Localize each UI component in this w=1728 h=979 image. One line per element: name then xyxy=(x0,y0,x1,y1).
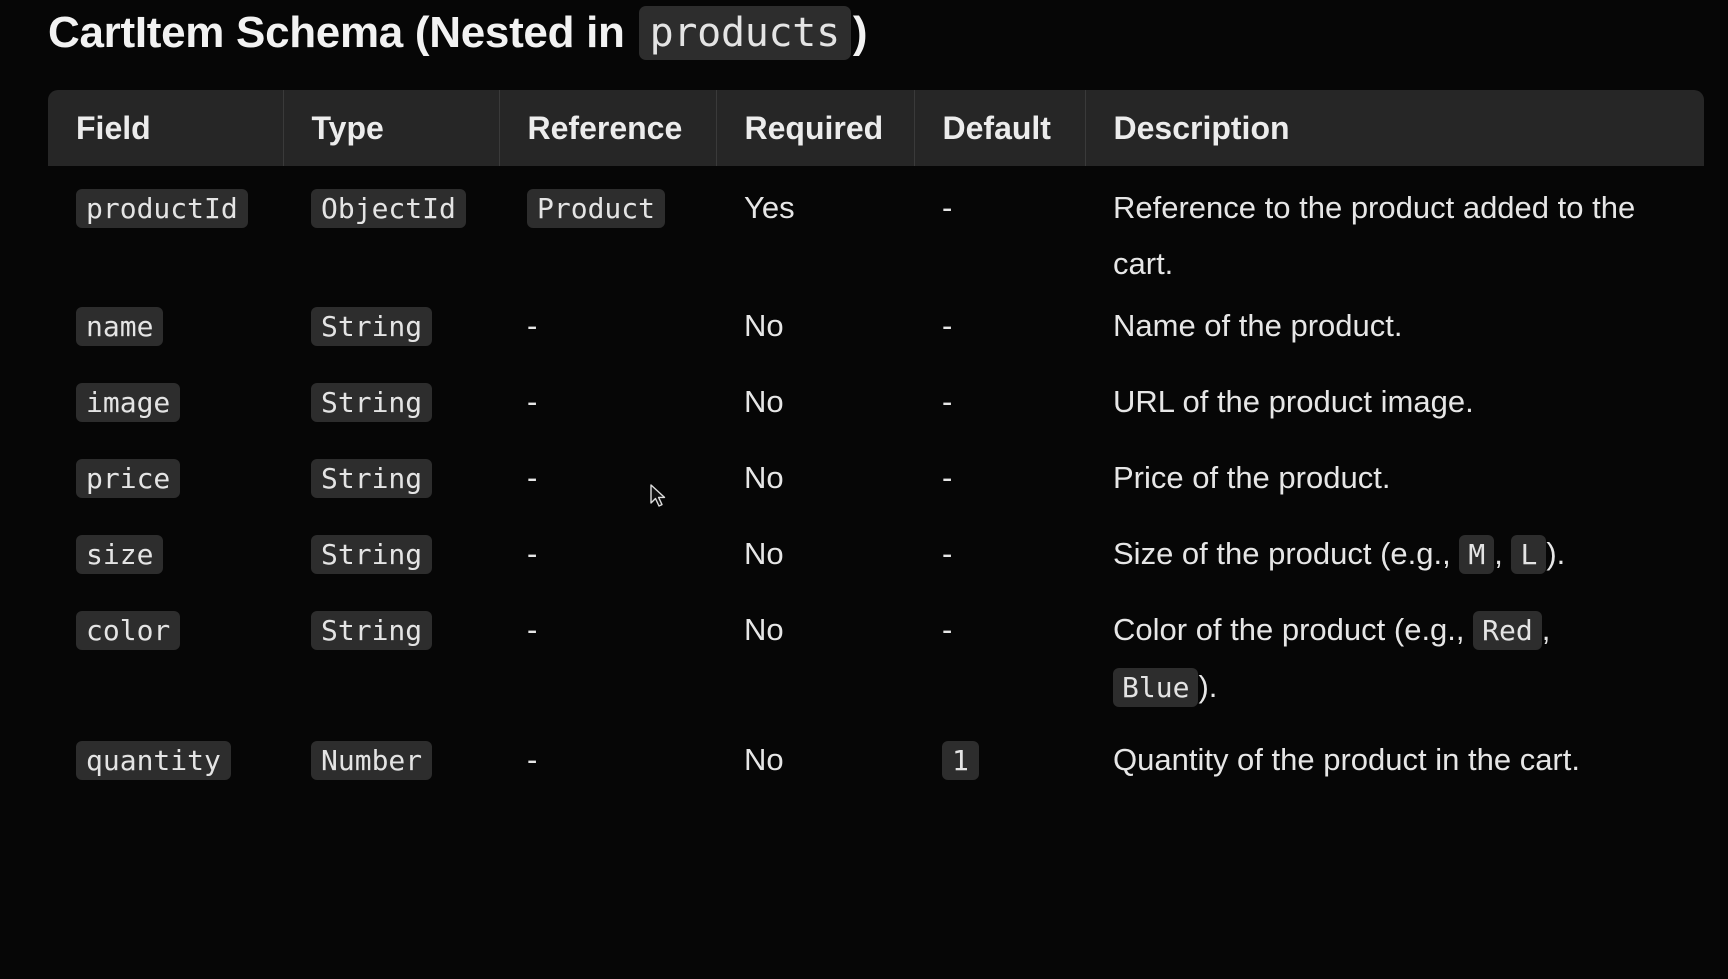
description-cell: URL of the product image. xyxy=(1113,384,1474,419)
reference-cell: - xyxy=(527,536,538,571)
example-code: Red xyxy=(1473,611,1542,650)
field-code: size xyxy=(76,535,164,574)
reference-cell: - xyxy=(527,460,538,495)
example-code: Blue xyxy=(1113,668,1199,707)
description-text: ). xyxy=(1198,669,1218,704)
header-description: Description xyxy=(1085,90,1704,166)
field-code: productId xyxy=(76,189,248,228)
table-header-row: Field Type Reference Required Default De… xyxy=(48,90,1704,166)
type-code: String xyxy=(311,383,433,422)
mouse-pointer-icon xyxy=(650,484,666,507)
required-cell: No xyxy=(744,384,784,419)
field-code: quantity xyxy=(76,741,231,780)
description-cell: Name of the product. xyxy=(1113,308,1403,343)
reference-cell: - xyxy=(527,742,538,777)
description-cell: Size of the product (e.g., M, L). xyxy=(1085,526,1704,602)
type-code: String xyxy=(311,459,433,498)
default-code: 1 xyxy=(942,741,979,780)
description-text: Color of the product (e.g., xyxy=(1113,612,1474,647)
type-code: String xyxy=(311,611,433,650)
table-row: name String - No - Name of the product. xyxy=(48,298,1704,374)
description-cell: Color of the product (e.g., Red, Blue). xyxy=(1085,602,1704,732)
header-required: Required xyxy=(716,90,915,166)
required-cell: No xyxy=(744,308,784,343)
header-type: Type xyxy=(283,90,500,166)
table-row: color String - No - Color of the product… xyxy=(48,602,1704,732)
required-cell: No xyxy=(744,742,784,777)
reference-cell: - xyxy=(527,384,538,419)
table-row: productId ObjectId Product Yes - Referen… xyxy=(48,166,1704,298)
example-code: M xyxy=(1459,535,1495,574)
table-row: quantity Number - No 1 Quantity of the p… xyxy=(48,732,1704,804)
type-code: ObjectId xyxy=(311,189,466,228)
description-cell: Reference to the product added to the ca… xyxy=(1113,190,1636,281)
header-field: Field xyxy=(48,90,284,166)
description-cell: Price of the product. xyxy=(1113,460,1391,495)
type-code: Number xyxy=(311,741,433,780)
reference-cell: - xyxy=(527,308,538,343)
field-code: color xyxy=(76,611,181,650)
description-text: Size of the product (e.g., xyxy=(1113,536,1460,571)
default-cell: - xyxy=(942,536,953,571)
default-cell: - xyxy=(942,612,953,647)
required-cell: No xyxy=(744,536,784,571)
description-text: ). xyxy=(1546,536,1566,571)
reference-code: Product xyxy=(527,189,666,228)
field-code: image xyxy=(76,383,181,422)
field-code: name xyxy=(76,307,164,346)
table-row: price String - No - Price of the product… xyxy=(48,450,1704,526)
required-cell: No xyxy=(744,612,784,647)
field-code: price xyxy=(76,459,181,498)
title-suffix: ) xyxy=(852,8,868,57)
table-row: size String - No - Size of the product (… xyxy=(48,526,1704,602)
description-text: , xyxy=(1494,536,1512,571)
table-row: image String - No - URL of the product i… xyxy=(48,374,1704,450)
header-reference: Reference xyxy=(499,90,717,166)
reference-cell: - xyxy=(527,612,538,647)
page-title: CartItem Schema (Nested in products ) xyxy=(48,6,868,60)
required-cell: No xyxy=(744,460,784,495)
description-cell: Quantity of the product in the cart. xyxy=(1113,742,1580,777)
default-cell: - xyxy=(942,190,953,225)
type-code: String xyxy=(311,307,433,346)
title-prefix: CartItem Schema (Nested in xyxy=(48,8,625,57)
header-default: Default xyxy=(914,90,1086,166)
type-code: String xyxy=(311,535,433,574)
default-cell: - xyxy=(942,460,953,495)
required-cell: Yes xyxy=(744,190,795,225)
default-cell: - xyxy=(942,384,953,419)
description-text: , xyxy=(1541,612,1551,647)
schema-table: Field Type Reference Required Default De… xyxy=(48,90,1704,804)
example-code: L xyxy=(1511,535,1547,574)
default-cell: - xyxy=(942,308,953,343)
title-code: products xyxy=(638,6,851,60)
